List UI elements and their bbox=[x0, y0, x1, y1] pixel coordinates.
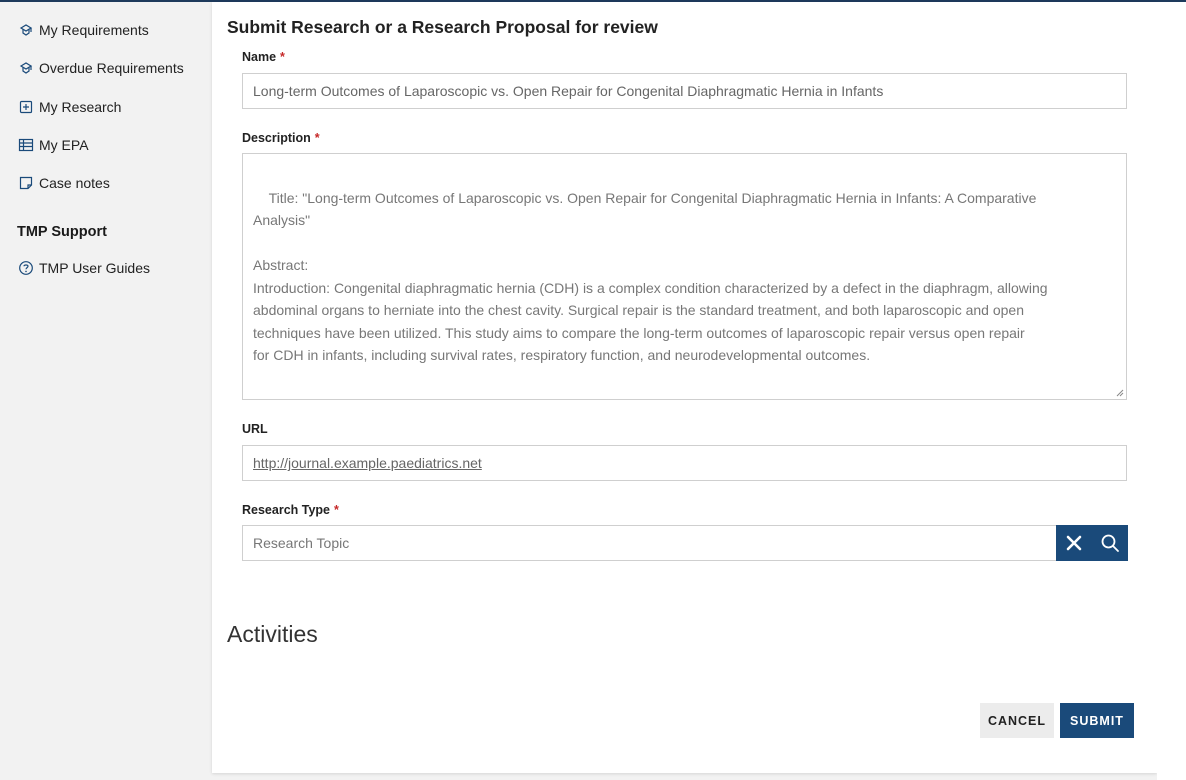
sidebar-item-my-research[interactable]: My Research bbox=[17, 96, 121, 118]
sidebar-item-user-guides[interactable]: TMP User Guides bbox=[17, 257, 150, 279]
url-label-text: URL bbox=[242, 422, 268, 436]
research-type-label: Research Type * bbox=[242, 503, 339, 517]
sidebar-item-my-requirements[interactable]: My Requirements bbox=[17, 19, 149, 41]
sidebar-item-overdue-requirements[interactable]: Overdue Requirements bbox=[17, 57, 184, 79]
sidebar-item-label: My Requirements bbox=[39, 22, 149, 38]
sidebar-item-label: TMP User Guides bbox=[39, 260, 150, 276]
description-label: Description * bbox=[242, 131, 320, 145]
search-icon bbox=[1101, 534, 1119, 552]
description-textarea[interactable]: Title: "Long-term Outcomes of Laparoscop… bbox=[242, 153, 1127, 400]
form-card: Submit Research or a Research Proposal f… bbox=[212, 2, 1157, 773]
sidebar: My Requirements Overdue Requirements My … bbox=[0, 2, 212, 780]
sidebar-item-my-epa[interactable]: My EPA bbox=[17, 134, 89, 156]
note-icon bbox=[17, 175, 34, 192]
required-mark: * bbox=[314, 131, 320, 145]
cancel-button[interactable]: CANCEL bbox=[980, 703, 1054, 738]
sidebar-item-label: My Research bbox=[39, 99, 122, 115]
clear-button[interactable] bbox=[1056, 525, 1092, 561]
sidebar-item-label: My EPA bbox=[39, 137, 89, 153]
required-mark: * bbox=[280, 50, 285, 64]
name-label: Name * bbox=[242, 50, 285, 64]
resize-handle-icon[interactable] bbox=[1116, 389, 1124, 397]
name-input[interactable]: Long-term Outcomes of Laparoscopic vs. O… bbox=[242, 73, 1127, 109]
research-type-value: Research Topic bbox=[253, 535, 350, 551]
research-type-lookup[interactable]: Research Topic bbox=[242, 525, 1128, 561]
requirements-icon bbox=[17, 60, 34, 77]
name-input-value: Long-term Outcomes of Laparoscopic vs. O… bbox=[253, 83, 884, 99]
url-input[interactable]: http://journal.example.paediatrics.net bbox=[242, 445, 1127, 481]
submit-button[interactable]: SUBMIT bbox=[1060, 703, 1134, 738]
url-label: URL bbox=[242, 422, 268, 436]
name-label-text: Name bbox=[242, 50, 277, 64]
description-value: Title: "Long-term Outcomes of Laparoscop… bbox=[253, 189, 1048, 364]
sidebar-item-case-notes[interactable]: Case notes bbox=[17, 172, 110, 194]
sidebar-item-label: Case notes bbox=[39, 175, 110, 191]
required-mark: * bbox=[334, 503, 339, 517]
right-gutter bbox=[1157, 2, 1186, 780]
sidebar-item-label: Overdue Requirements bbox=[39, 60, 184, 76]
support-heading: TMP Support bbox=[17, 224, 107, 240]
requirements-icon bbox=[17, 22, 34, 39]
search-button[interactable] bbox=[1092, 525, 1128, 561]
add-box-icon bbox=[17, 99, 34, 116]
url-link[interactable]: http://journal.example.paediatrics.net bbox=[253, 455, 482, 471]
activities-title: Activities bbox=[227, 621, 318, 647]
description-label-text: Description bbox=[242, 131, 311, 145]
table-icon bbox=[17, 137, 34, 154]
help-circle-icon bbox=[17, 260, 34, 277]
close-icon bbox=[1066, 535, 1082, 551]
research-type-label-text: Research Type bbox=[242, 503, 331, 517]
page-title: Submit Research or a Research Proposal f… bbox=[227, 17, 658, 37]
